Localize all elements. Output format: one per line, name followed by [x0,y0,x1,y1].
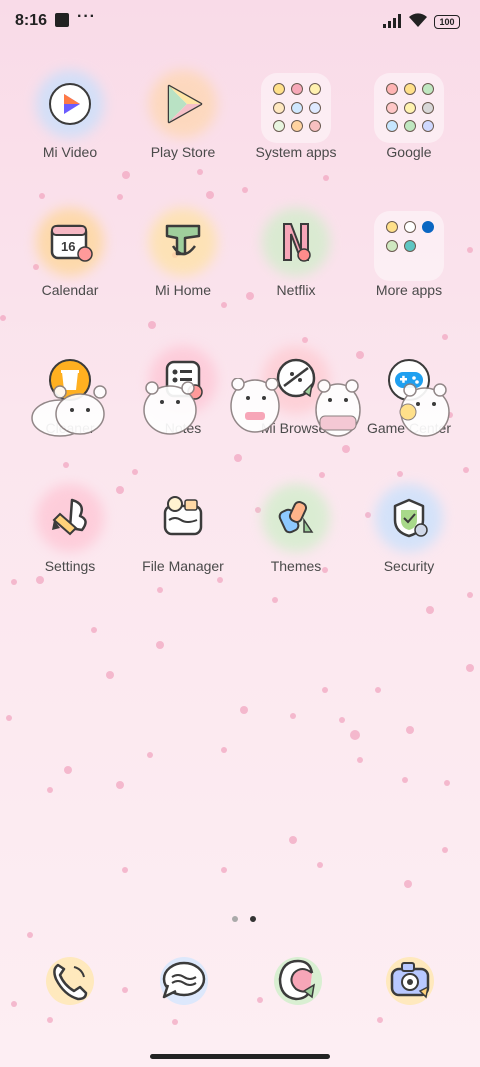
folder-more-apps[interactable]: More apps [354,206,464,316]
app-label: Mi Video [42,144,98,160]
notification-icon [55,13,69,27]
app-calendar[interactable]: 16 Calendar [15,206,125,316]
app-settings[interactable]: Settings [15,482,125,592]
app-label: More apps [375,282,443,298]
app-label: Mi Home [154,282,211,298]
themes-icon [262,484,330,552]
signal-icon [383,14,401,28]
security-icon [375,484,443,552]
mi-home-icon [149,208,217,276]
app-label: File Manager [142,558,224,574]
folder-icon [374,73,444,143]
more-notifications-icon: ··· [77,8,96,25]
status-bar: 8:16 ··· 100 [0,0,480,40]
page-indicator [228,909,260,927]
app-label: System apps [255,144,337,160]
page-dot-active[interactable] [250,916,257,922]
clock: 8:16 [15,12,48,29]
app-label: Security [383,558,435,574]
app-label: Google [386,144,432,160]
app-label: Netflix [276,282,316,298]
messages-icon [160,957,208,1005]
contacts-icon [274,957,322,1005]
wifi-icon [409,13,427,27]
bears-decoration [31,378,450,437]
folder-icon [374,211,444,281]
app-play-store[interactable]: Play Store [128,68,238,178]
calendar-date: 16 [61,239,75,254]
dock-camera[interactable] [380,951,440,1011]
app-security[interactable]: Security [354,482,464,592]
page-dot[interactable] [232,916,238,922]
phone-icon [46,957,94,1005]
app-netflix[interactable]: Netflix [241,206,351,316]
settings-icon [36,484,104,552]
app-themes[interactable]: Themes [241,482,351,592]
dock-messages[interactable] [154,951,214,1011]
camera-icon [386,957,434,1005]
folder-icon [261,73,331,143]
app-label: Settings [44,558,96,574]
app-mi-video[interactable]: Mi Video [15,68,125,178]
dock-phone[interactable] [40,951,100,1011]
calendar-icon: 16 [36,208,104,276]
dock-contacts[interactable] [268,951,328,1011]
app-label: Calendar [41,282,99,298]
app-mi-home[interactable]: Mi Home [128,206,238,316]
file-manager-icon [155,490,211,546]
folder-system-apps[interactable]: System apps [241,68,351,178]
app-label: Play Store [150,144,216,160]
mi-video-icon [36,70,104,138]
battery-icon: 100 [434,15,460,29]
gesture-bar[interactable] [150,1054,330,1059]
folder-google[interactable]: Google [354,68,464,178]
app-label: Themes [270,558,322,574]
app-file-manager[interactable]: File Manager [128,482,238,592]
netflix-icon [262,208,330,276]
play-store-icon [149,70,217,138]
